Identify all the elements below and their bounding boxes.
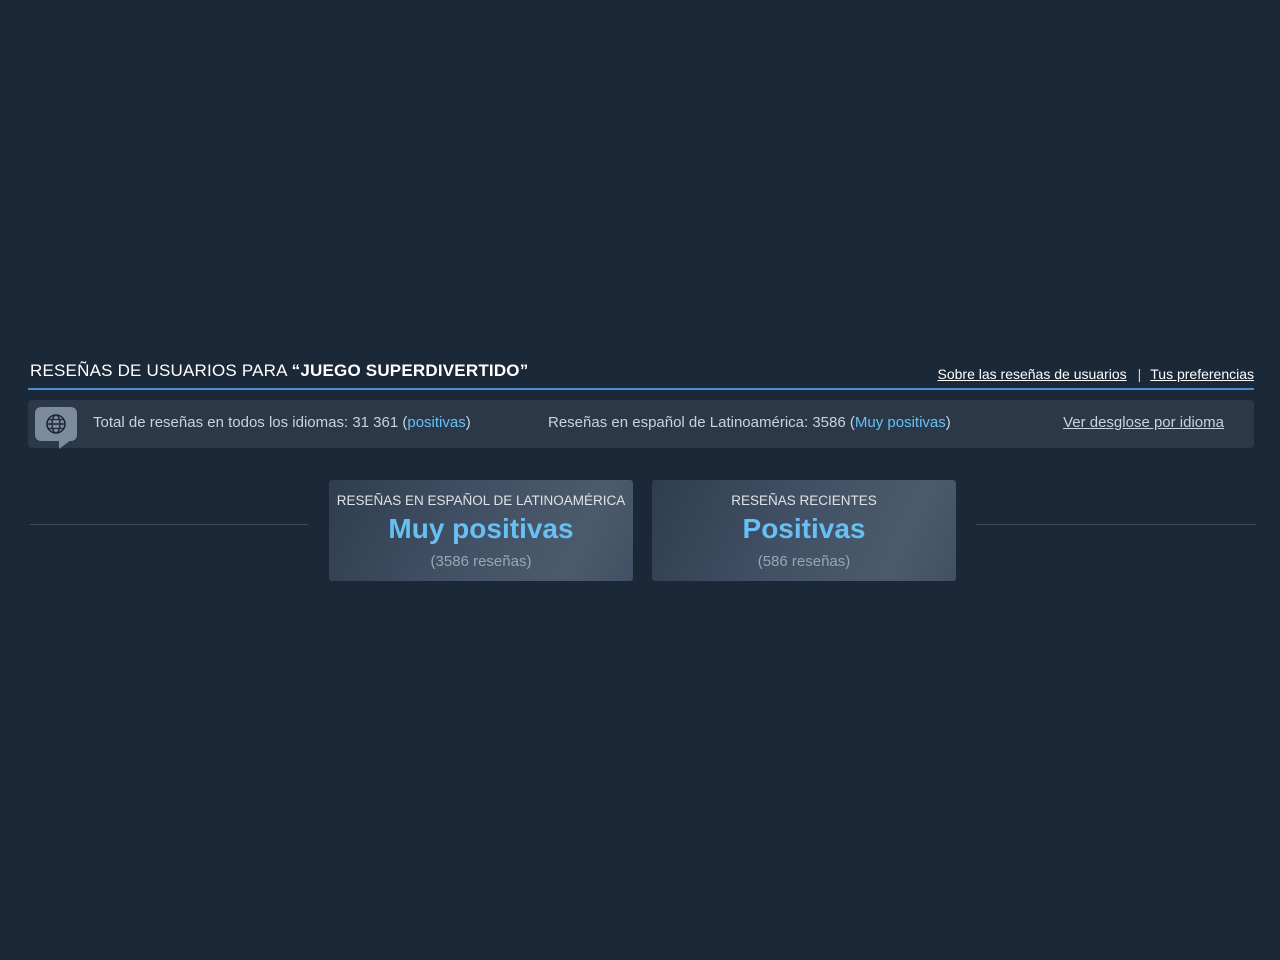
total-reviews-text: Total de reseñas en todos los idiomas: 3…	[93, 414, 408, 431]
game-name: “JUEGO SUPERDIVERTIDO”	[291, 361, 529, 380]
reviews-title-prefix: RESEÑAS DE USUARIOS PARA	[30, 361, 292, 380]
latam-reviews-rating[interactable]: Muy positivas	[855, 414, 946, 431]
header-links: Sobre las reseñas de usuarios | Tus prefer…	[938, 366, 1255, 382]
about-reviews-link[interactable]: Sobre las reseñas de usuarios	[938, 366, 1127, 382]
preferences-link[interactable]: Tus preferencias	[1150, 366, 1254, 382]
latam-reviews-box[interactable]: RESEÑAS EN ESPAÑOL DE LATINOAMÉRICA Muy …	[329, 480, 633, 581]
right-divider	[976, 524, 1256, 525]
globe-icon	[46, 414, 66, 434]
latam-box-title: RESEÑAS EN ESPAÑOL DE LATINOAMÉRICA	[336, 493, 626, 508]
reviews-header: RESEÑAS DE USUARIOS PARA “JUEGO SUPERDIV…	[28, 356, 1254, 390]
recent-box-rating: Positivas	[742, 513, 866, 544]
latam-reviews-text: Reseñas en español de Latinoamérica: 358…	[548, 414, 855, 431]
total-reviews-summary: Total de reseñas en todos los idiomas: 3…	[93, 414, 471, 431]
review-summary-bar: Total de reseñas en todos los idiomas: 3…	[28, 400, 1254, 449]
latam-reviews-summary: Reseñas en español de Latinoamérica: 358…	[548, 414, 951, 431]
link-separator: |	[1137, 366, 1142, 382]
latam-box-count: (3586 reseñas)	[430, 553, 532, 570]
latam-box-rating: Muy positivas	[388, 513, 574, 544]
globe-speech-icon	[35, 407, 77, 449]
total-reviews-close: )	[465, 414, 471, 431]
reviews-title: RESEÑAS DE USUARIOS PARA “JUEGO SUPERDIV…	[30, 361, 528, 381]
left-divider	[30, 524, 308, 525]
language-breakdown-link[interactable]: Ver desglose por idioma	[1063, 414, 1224, 431]
recent-box-title: RESEÑAS RECIENTES	[731, 493, 877, 508]
recent-reviews-box[interactable]: RESEÑAS RECIENTES Positivas (586 reseñas…	[652, 480, 956, 581]
total-reviews-rating[interactable]: positivas	[407, 414, 465, 431]
user-reviews-section: RESEÑAS DE USUARIOS PARA “JUEGO SUPERDIV…	[28, 356, 1254, 449]
recent-box-count: (586 reseñas)	[757, 553, 851, 570]
latam-reviews-close: )	[945, 414, 951, 431]
